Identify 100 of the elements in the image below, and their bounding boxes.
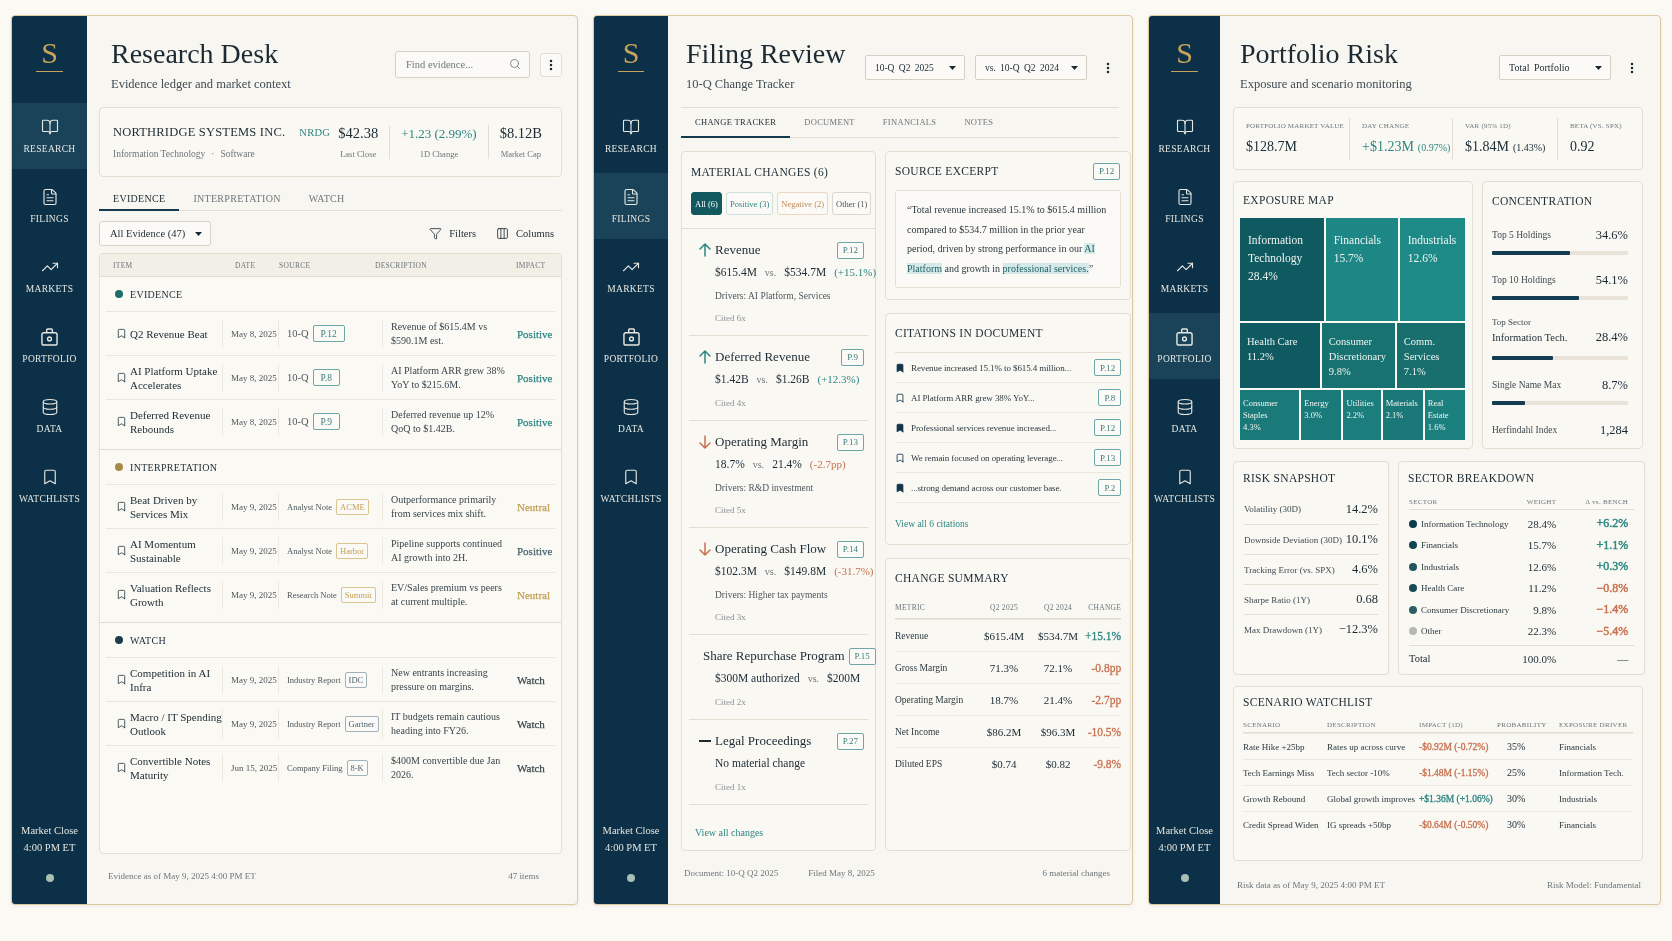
page-tag[interactable]: P.8 — [1098, 389, 1122, 406]
bookmark-icon[interactable] — [895, 392, 905, 403]
vs-text: vs. — [764, 566, 777, 577]
metric-name: Revenue — [895, 630, 929, 641]
evidence-filter-dropdown[interactable]: All Evidence (47) — [99, 221, 212, 246]
tab[interactable]: WATCH — [294, 187, 359, 211]
source-text: Industry Report — [287, 718, 341, 729]
view-citations-link[interactable]: View all 6 citations — [895, 519, 969, 529]
metric-label: Max Drawdown (1Y) — [1244, 624, 1322, 635]
source-tag[interactable]: P.12 — [312, 325, 345, 342]
nav-item[interactable]: RESEARCH — [594, 103, 668, 169]
kpi-value: $1.84M — [1465, 139, 1509, 155]
page-tag[interactable]: P.14 — [836, 540, 864, 558]
page-tag[interactable]: P.12 — [1092, 162, 1121, 180]
view-all-link[interactable]: View all changes — [695, 827, 764, 838]
treemap-tile[interactable]: Industrials 12.6% — [1399, 218, 1465, 321]
nav-item[interactable]: MARKETS — [12, 243, 87, 309]
page-tag[interactable]: P.27 — [836, 732, 864, 750]
nav-item[interactable]: WATCHLISTS — [1149, 453, 1220, 519]
change-value: -0.8pp — [1091, 661, 1122, 674]
citation-text[interactable]: Revenue increased 15.1% to $615.4 million... — [911, 362, 1088, 373]
tab[interactable]: CHANGE TRACKER — [681, 108, 791, 138]
nav-item[interactable]: WATCHLISTS — [12, 453, 87, 519]
date-text: May 9, 2025 — [231, 674, 277, 685]
card-title: SCENARIO WATCHLIST — [1243, 696, 1373, 708]
filter-chip[interactable]: All (6) — [691, 192, 722, 215]
sector-weight: 1.6% — [1427, 421, 1447, 433]
filter-chip[interactable]: Positive (3) — [725, 192, 774, 215]
risk-model-text: Risk Model: Fundamental — [1547, 879, 1641, 890]
stat-value: $8.12B — [499, 125, 542, 142]
card-title: CONCENTRATION — [1492, 194, 1593, 207]
nav-item[interactable]: RESEARCH — [1149, 103, 1220, 169]
tab[interactable]: INTERPRETATION — [179, 187, 295, 211]
treemap-tile[interactable]: Energy 3.0% — [1301, 390, 1342, 440]
citation-text[interactable]: ...strong demand across our customer base. — [911, 482, 1093, 493]
nav-item[interactable]: PORTFOLIO — [1149, 313, 1220, 379]
nav-item[interactable]: FILINGS — [594, 173, 668, 239]
source-tag[interactable]: Gartner — [344, 715, 379, 732]
columns-button[interactable]: Columns — [496, 227, 554, 240]
search-field[interactable]: Find evidence... — [395, 51, 530, 78]
treemap-tile[interactable]: Health Care 11.2% — [1240, 323, 1320, 388]
source-tag[interactable]: P.9 — [312, 413, 340, 430]
tab[interactable]: EVIDENCE — [99, 187, 180, 211]
bookmark-icon[interactable] — [895, 362, 905, 373]
nav-item[interactable]: DATA — [12, 383, 87, 449]
change-value: -10.5% — [1087, 725, 1122, 738]
source-tag[interactable]: 8-K — [346, 759, 368, 776]
portfolio-dropdown[interactable]: Total Portfolio — [1499, 55, 1611, 80]
treemap-tile[interactable]: Consumer Discretionary 9.8% — [1321, 323, 1395, 388]
nav-item[interactable]: MARKETS — [1149, 243, 1220, 309]
metric-label: Downside Deviation (30D) — [1244, 534, 1342, 545]
card-title: CHANGE SUMMARY — [895, 572, 1009, 584]
filters-button[interactable]: Filters — [429, 227, 477, 240]
tab[interactable]: DOCUMENT — [790, 108, 869, 138]
bookmark-icon[interactable] — [895, 452, 905, 463]
page-tag[interactable]: P.9 — [841, 348, 864, 366]
bookmark-icon[interactable] — [895, 482, 905, 493]
citation-text[interactable]: AI Platform ARR grew 38% YoY... — [911, 392, 1093, 403]
nav-item[interactable]: MARKETS — [594, 243, 668, 309]
bookmark-icon[interactable] — [895, 422, 905, 433]
nav-item[interactable]: PORTFOLIO — [594, 313, 668, 379]
page-tag[interactable]: P.2 — [1098, 479, 1122, 496]
metric-value: −12.3% — [1338, 622, 1378, 637]
treemap-tile[interactable]: Consumer Staples 4.3% — [1240, 390, 1300, 440]
sector-name: Consumer Discretionary — [1421, 604, 1510, 615]
treemap-tile[interactable]: Financials 15.7% — [1325, 218, 1398, 321]
nav-item[interactable]: FILINGS — [12, 173, 87, 239]
nav-item[interactable]: RESEARCH — [12, 103, 87, 169]
page-tag[interactable]: P.13 — [1093, 449, 1122, 466]
search-icon — [509, 58, 521, 70]
evidence-title: Competition in AI Infra — [130, 665, 212, 694]
date-text: May 9, 2025 — [231, 589, 277, 600]
treemap-tile[interactable]: Real Estate 1.6% — [1424, 390, 1465, 440]
source-tag[interactable]: P.8 — [312, 369, 340, 386]
filing-dropdown[interactable]: 10-Q Q2 2025 — [864, 55, 965, 80]
nav-item[interactable]: DATA — [594, 383, 668, 449]
filing-dropdown[interactable]: vs. 10-Q Q2 2024 — [974, 55, 1087, 80]
treemap-tile[interactable]: Information Technology 28.4% — [1240, 218, 1324, 321]
citation-text[interactable]: Professional services revenue increased... — [911, 422, 1088, 433]
filter-chip[interactable]: Other (1) — [832, 192, 872, 215]
source-text: Research Note — [287, 589, 337, 600]
nav-item[interactable]: DATA — [1149, 383, 1220, 449]
page-tag[interactable]: P.15 — [848, 647, 876, 665]
treemap-tile[interactable]: Materials 2.1% — [1382, 390, 1423, 440]
nav-item[interactable]: PORTFOLIO — [12, 313, 87, 379]
more-button[interactable] — [540, 52, 562, 77]
page-tag[interactable]: P.12 — [836, 241, 864, 259]
source-tag[interactable]: IDC — [344, 671, 368, 688]
tab[interactable]: FINANCIALS — [868, 108, 951, 138]
tab[interactable]: NOTES — [950, 108, 1008, 138]
page-tag[interactable]: P.12 — [1093, 419, 1122, 436]
citation-text[interactable]: We remain focused on operating leverage... — [911, 452, 1088, 463]
item-count-text: 47 items — [508, 871, 539, 881]
driver-text: Financials — [1559, 819, 1596, 830]
treemap-tile[interactable]: Comm. Services 7.1% — [1396, 323, 1465, 388]
treemap-tile[interactable]: Utilities 2.2% — [1343, 390, 1381, 440]
page-tag[interactable]: P.13 — [836, 433, 864, 451]
nav-item[interactable]: FILINGS — [1149, 173, 1220, 239]
page-tag[interactable]: P.12 — [1093, 359, 1122, 376]
nav-item[interactable]: WATCHLISTS — [594, 453, 668, 519]
